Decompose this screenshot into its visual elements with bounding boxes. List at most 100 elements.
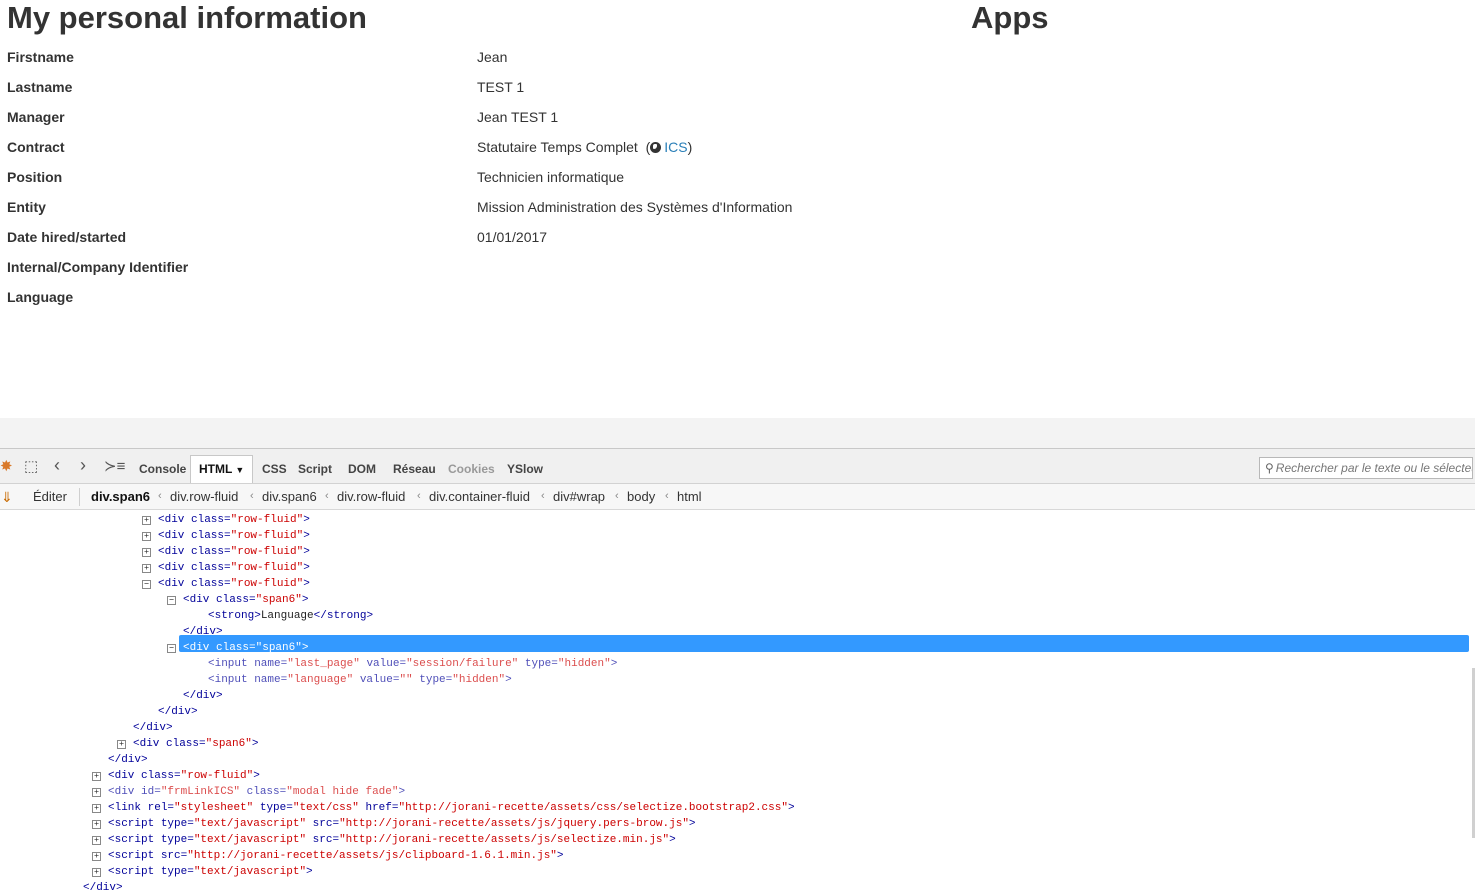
attr-value: "http://jorani-recette/assets/js/selecti… xyxy=(339,834,670,846)
breadcrumb-item[interactable]: div.container-fluid xyxy=(429,489,530,504)
breadcrumb-item[interactable]: div#wrap xyxy=(553,489,605,504)
devtools-splitter[interactable] xyxy=(0,418,1475,448)
expand-icon[interactable]: + xyxy=(142,516,151,525)
attr-value: "row-fluid" xyxy=(230,530,304,542)
tree-node[interactable]: <script type="text/javascript" src="http… xyxy=(108,832,676,848)
tree-node[interactable]: <script src="http://jorani-recette/asset… xyxy=(108,848,564,864)
tree-node[interactable]: <script type="text/javascript"> xyxy=(108,864,313,880)
expand-icon[interactable]: + xyxy=(92,804,101,813)
tree-node[interactable]: </div> xyxy=(183,688,223,704)
edit-button[interactable]: Éditer xyxy=(33,489,67,504)
tree-node[interactable]: </div> xyxy=(158,704,198,720)
breadcrumb-item[interactable]: html xyxy=(677,489,702,504)
breadcrumb-separator-icon: ‹ xyxy=(665,490,669,502)
breadcrumb-item[interactable]: body xyxy=(627,489,655,504)
attr-name: type= xyxy=(518,658,558,670)
tab-yslow[interactable]: YSlow xyxy=(507,462,543,476)
attr-name: value= xyxy=(353,674,400,686)
tag-end: > xyxy=(398,786,406,798)
attr-value: "row-fluid" xyxy=(230,562,304,574)
attr-name: class= xyxy=(184,530,231,542)
firebug-icon[interactable]: ✸ xyxy=(0,459,13,475)
tree-node[interactable]: <strong>Language</strong> xyxy=(208,608,373,624)
breadcrumb-item[interactable]: div.row-fluid xyxy=(170,489,238,504)
attr-name: type= xyxy=(154,866,194,878)
tab-css[interactable]: CSS xyxy=(262,462,287,476)
expand-icon[interactable]: + xyxy=(142,548,151,557)
attr-value: "text/javascript" xyxy=(193,866,307,878)
edit-icon[interactable]: ⇓ xyxy=(1,489,13,506)
tab-html[interactable]: HTML ▼ xyxy=(190,455,254,483)
tab-console[interactable]: Console xyxy=(139,462,186,476)
breadcrumb-separator-icon: ‹ xyxy=(158,490,162,502)
tree-node[interactable]: </div> xyxy=(133,720,173,736)
tree-node[interactable]: <div class="row-fluid"> xyxy=(158,528,310,544)
tab-reseau[interactable]: Réseau xyxy=(393,462,436,476)
info-value: Technicien informatique xyxy=(477,169,625,185)
search-input[interactable]: ⚲ Rechercher par le texte ou le sélecteur xyxy=(1259,457,1473,479)
attr-value: "span6" xyxy=(255,642,302,654)
info-row-identifier: Internal/Company Identifier xyxy=(7,259,1007,289)
tag-close: </div> xyxy=(158,706,198,718)
tree-node[interactable]: </div> xyxy=(108,752,148,768)
tree-node[interactable]: <div class="row-fluid"> xyxy=(158,544,310,560)
tree-node[interactable]: <div class="row-fluid"> xyxy=(158,512,310,528)
info-row-language: Language xyxy=(7,289,1007,319)
search-icon: ⚲ xyxy=(1265,461,1274,475)
attr-name: type= xyxy=(154,834,194,846)
attr-name: class= xyxy=(184,514,231,526)
breadcrumb-item[interactable]: div.span6 xyxy=(91,489,150,504)
expand-icon[interactable]: + xyxy=(92,772,101,781)
tag-open: <script xyxy=(108,850,155,862)
expand-icon[interactable]: + xyxy=(142,532,151,541)
tree-node[interactable]: <div class="row-fluid"> xyxy=(158,576,310,592)
tag-close: </div> xyxy=(108,754,148,766)
expand-icon[interactable]: + xyxy=(92,852,101,861)
tree-node[interactable]: <div class="row-fluid"> xyxy=(158,560,310,576)
tree-node[interactable]: <div class="row-fluid"> xyxy=(108,768,260,784)
tag-open: <div xyxy=(183,594,210,606)
tab-cookies[interactable]: Cookies xyxy=(448,462,495,476)
tree-node[interactable]: </div> xyxy=(183,624,223,640)
tree-node[interactable]: <div id="frmLinkICS" class="modal hide f… xyxy=(108,784,405,800)
ics-link[interactable]: ICS xyxy=(664,139,687,155)
collapse-icon[interactable]: − xyxy=(142,580,151,589)
expand-icon[interactable]: + xyxy=(117,740,126,749)
breadcrumb-item[interactable]: div.span6 xyxy=(262,489,317,504)
collapse-icon[interactable]: − xyxy=(167,596,176,605)
tree-node[interactable]: <div class="span6"> xyxy=(183,592,308,608)
tag-open: <script xyxy=(108,818,155,830)
back-icon[interactable]: ‹ xyxy=(54,456,60,474)
attr-value: "http://jorani-recette/assets/css/select… xyxy=(398,802,788,814)
expand-icon[interactable]: + xyxy=(92,868,101,877)
tree-node[interactable]: <link rel="stylesheet" type="text/css" h… xyxy=(108,800,795,816)
breadcrumb-separator-icon: ‹ xyxy=(250,490,254,502)
tree-node[interactable]: <input name="last_page" value="session/f… xyxy=(208,656,617,672)
collapse-icon[interactable]: − xyxy=(167,644,176,653)
expand-icon[interactable]: + xyxy=(92,820,101,829)
breadcrumb-separator-icon: ‹ xyxy=(325,490,329,502)
tag-end: > xyxy=(303,546,310,558)
forward-icon[interactable]: › xyxy=(80,456,86,474)
breadcrumb-item[interactable]: div.row-fluid xyxy=(337,489,405,504)
expand-icon[interactable]: + xyxy=(142,564,151,573)
tree-node[interactable]: <div class="span6"> xyxy=(183,640,308,656)
attr-value: "last_page" xyxy=(287,658,360,670)
tree-node[interactable]: <script type="text/javascript" src="http… xyxy=(108,816,696,832)
inspect-icon[interactable]: ⬚ xyxy=(24,459,38,475)
devtools-panel: ✸ ⬚ ‹ › ≻≡ Console HTML ▼ CSS Script DOM … xyxy=(0,448,1475,894)
info-label: Contract xyxy=(7,139,65,155)
command-line-icon[interactable]: ≻≡ xyxy=(104,459,125,475)
info-label: Firstname xyxy=(7,49,74,65)
tree-node[interactable]: <input name="language" value="" type="hi… xyxy=(208,672,512,688)
tree-node[interactable]: </div> xyxy=(83,880,123,896)
tag-open: <input xyxy=(208,674,248,686)
breadcrumb-separator-icon: ‹ xyxy=(615,490,619,502)
tree-node[interactable]: <div class="span6"> xyxy=(133,736,258,752)
expand-icon[interactable]: + xyxy=(92,836,101,845)
expand-icon[interactable]: + xyxy=(92,788,101,797)
tab-dom[interactable]: DOM xyxy=(348,462,376,476)
tab-script[interactable]: Script xyxy=(298,462,332,476)
breadcrumb-separator-icon: ‹ xyxy=(541,490,545,502)
devtools-toolbar: ✸ ⬚ ‹ › ≻≡ Console HTML ▼ CSS Script DOM … xyxy=(0,449,1475,484)
